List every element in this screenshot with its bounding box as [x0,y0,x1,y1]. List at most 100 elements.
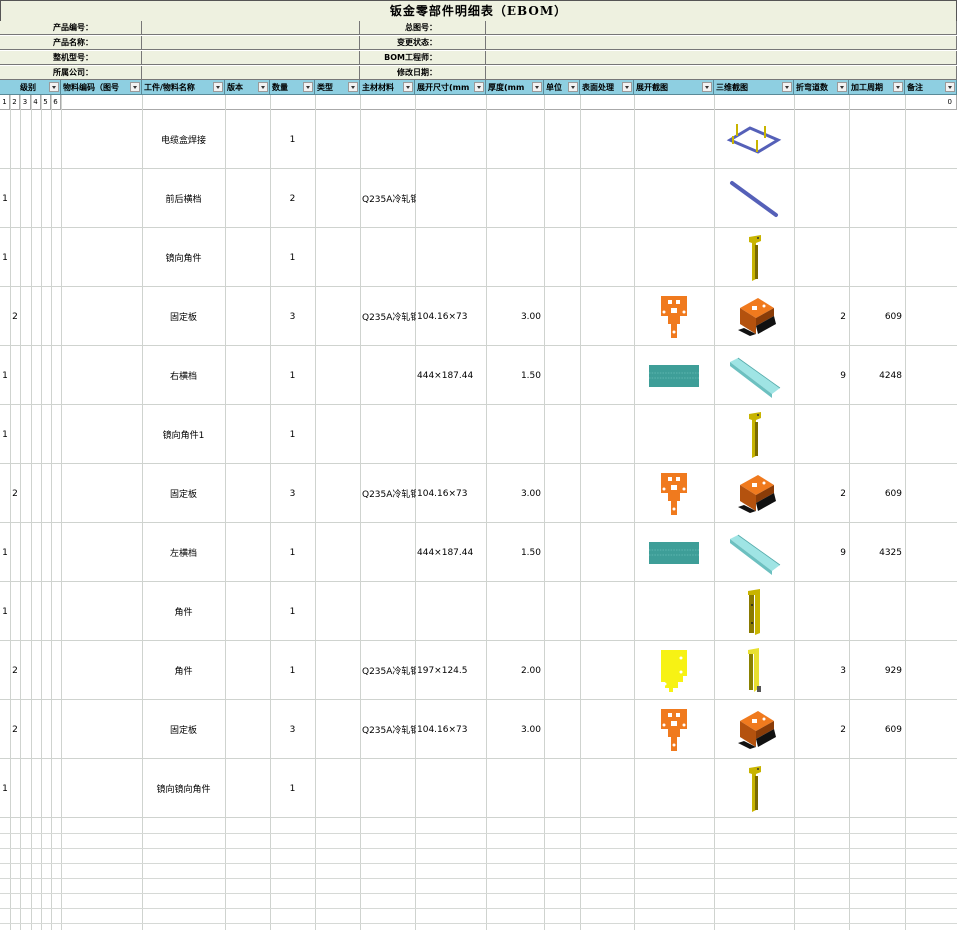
3d-model-image[interactable] [739,646,769,699]
level-cell[interactable]: 1 [0,228,10,287]
part-name-cell[interactable]: 角件 [142,582,225,641]
sublevel-cell[interactable] [10,169,20,228]
flat-size-cell[interactable]: 104.16×73 [415,287,486,346]
thickness-cell[interactable]: 3.00 [486,287,544,346]
filter-dropdown-icon[interactable] [258,82,268,92]
process-cycle-cell[interactable] [849,169,905,228]
material-cell[interactable] [360,523,416,582]
level-button-2[interactable]: 2 [10,95,20,110]
thickness-cell[interactable] [486,228,544,287]
quantity-cell[interactable]: 3 [270,287,315,346]
table-row[interactable]: 1 前后横档 2 Q235A冷轧钢板 [0,169,957,228]
material-cell[interactable]: Q235A冷轧钢板 [360,464,416,523]
bend-count-cell[interactable]: 2 [794,700,849,759]
sublevel-cell[interactable] [10,405,20,464]
level-cell[interactable]: 1 [0,346,10,405]
table-row[interactable]: 2固定板3Q235A冷轧钢板104.16×733.002609 [0,700,957,759]
quantity-cell[interactable]: 1 [270,405,315,464]
3d-model-image[interactable] [732,707,776,756]
part-name-cell[interactable]: 镜向镜向角件 [142,759,225,818]
filter-dropdown-icon[interactable] [474,82,484,92]
level-button-5[interactable]: 5 [41,95,51,110]
material-cell[interactable]: Q235A冷轧钢板 [360,169,416,228]
bend-count-cell[interactable] [794,169,849,228]
thickness-cell[interactable]: 3.00 [486,464,544,523]
part-name-cell[interactable]: 固定板 [142,287,225,346]
3d-model-image[interactable] [739,410,769,463]
table-row[interactable]: 2固定板3Q235A冷轧钢板104.16×733.002609 [0,287,957,346]
table-row[interactable]: 1 镜向角件 1 [0,228,957,287]
bom-engineer-value[interactable] [486,51,957,65]
process-cycle-cell[interactable]: 4325 [849,523,905,582]
thickness-cell[interactable] [486,405,544,464]
bend-count-cell[interactable] [794,582,849,641]
process-cycle-cell[interactable] [849,110,905,169]
material-cell[interactable] [360,405,416,464]
bend-count-cell[interactable] [794,405,849,464]
thickness-cell[interactable] [486,110,544,169]
part-name-cell[interactable]: 镜向角件1 [142,405,225,464]
level-cell[interactable]: 1 [0,523,10,582]
level-button-3[interactable]: 3 [20,95,31,110]
material-cell[interactable]: Q235A冷轧钢板 [360,287,416,346]
flat-size-cell[interactable] [415,405,486,464]
thickness-cell[interactable] [486,582,544,641]
product-no-value[interactable] [142,21,360,35]
process-cycle-cell[interactable]: 609 [849,464,905,523]
process-cycle-cell[interactable] [849,759,905,818]
sublevel-cell[interactable]: 2 [10,287,20,346]
flat-size-cell[interactable]: 197×124.5 [415,641,486,700]
flat-size-cell[interactable]: 444×187.44 [415,523,486,582]
part-name-cell[interactable]: 左横档 [142,523,225,582]
filter-dropdown-icon[interactable] [782,82,792,92]
level-cell[interactable] [0,110,10,169]
table-row[interactable]: 1 右横档 1 444×187.44 1.50 9 4248 [0,346,957,405]
flat-pattern-image[interactable] [659,707,689,756]
quantity-cell[interactable]: 3 [270,700,315,759]
thickness-cell[interactable]: 3.00 [486,700,544,759]
table-row[interactable]: 1 左横档 1 444×187.44 1.50 9 4325 [0,523,957,582]
filter-dropdown-icon[interactable] [130,82,140,92]
thickness-cell[interactable] [486,759,544,818]
material-cell[interactable]: Q235A冷轧钢板 [360,641,416,700]
quantity-cell[interactable]: 1 [270,228,315,287]
material-cell[interactable] [360,759,416,818]
thickness-cell[interactable]: 1.50 [486,523,544,582]
flat-size-cell[interactable] [415,110,486,169]
model-value[interactable] [142,51,360,65]
flat-pattern-image[interactable] [659,471,689,520]
bend-count-cell[interactable] [794,759,849,818]
level-button-4[interactable]: 4 [31,95,41,110]
table-row[interactable]: 1 镜向镜向角件 1 [0,759,957,818]
filter-dropdown-icon[interactable] [622,82,632,92]
bend-count-cell[interactable]: 9 [794,523,849,582]
bend-count-cell[interactable]: 2 [794,287,849,346]
level-cell[interactable] [0,464,10,523]
level-cell[interactable]: 1 [0,759,10,818]
3d-model-image[interactable] [732,294,776,343]
part-name-cell[interactable]: 固定板 [142,700,225,759]
sublevel-cell[interactable] [10,228,20,287]
level-cell[interactable] [0,287,10,346]
filter-dropdown-icon[interactable] [303,82,313,92]
3d-model-image[interactable] [739,587,769,640]
level-cell[interactable]: 1 [0,582,10,641]
table-row[interactable]: 2 角件 1 Q235A冷轧钢板197×124.52.00 3929 [0,641,957,700]
bend-count-cell[interactable]: 2 [794,464,849,523]
flat-pattern-image[interactable] [659,294,689,343]
quantity-cell[interactable]: 1 [270,582,315,641]
part-name-cell[interactable]: 前后横档 [142,169,225,228]
process-cycle-cell[interactable]: 929 [849,641,905,700]
level-cell[interactable]: 1 [0,405,10,464]
quantity-cell[interactable]: 1 [270,641,315,700]
flat-size-cell[interactable] [415,759,486,818]
part-name-cell[interactable]: 电缆盒焊接 [142,110,225,169]
sublevel-cell[interactable] [10,523,20,582]
product-name-value[interactable] [142,36,360,50]
process-cycle-cell[interactable]: 609 [849,700,905,759]
change-status-value[interactable] [486,36,957,50]
3d-model-image[interactable] [726,354,782,401]
process-cycle-cell[interactable] [849,228,905,287]
material-cell[interactable] [360,110,416,169]
3d-model-image[interactable] [726,118,782,165]
